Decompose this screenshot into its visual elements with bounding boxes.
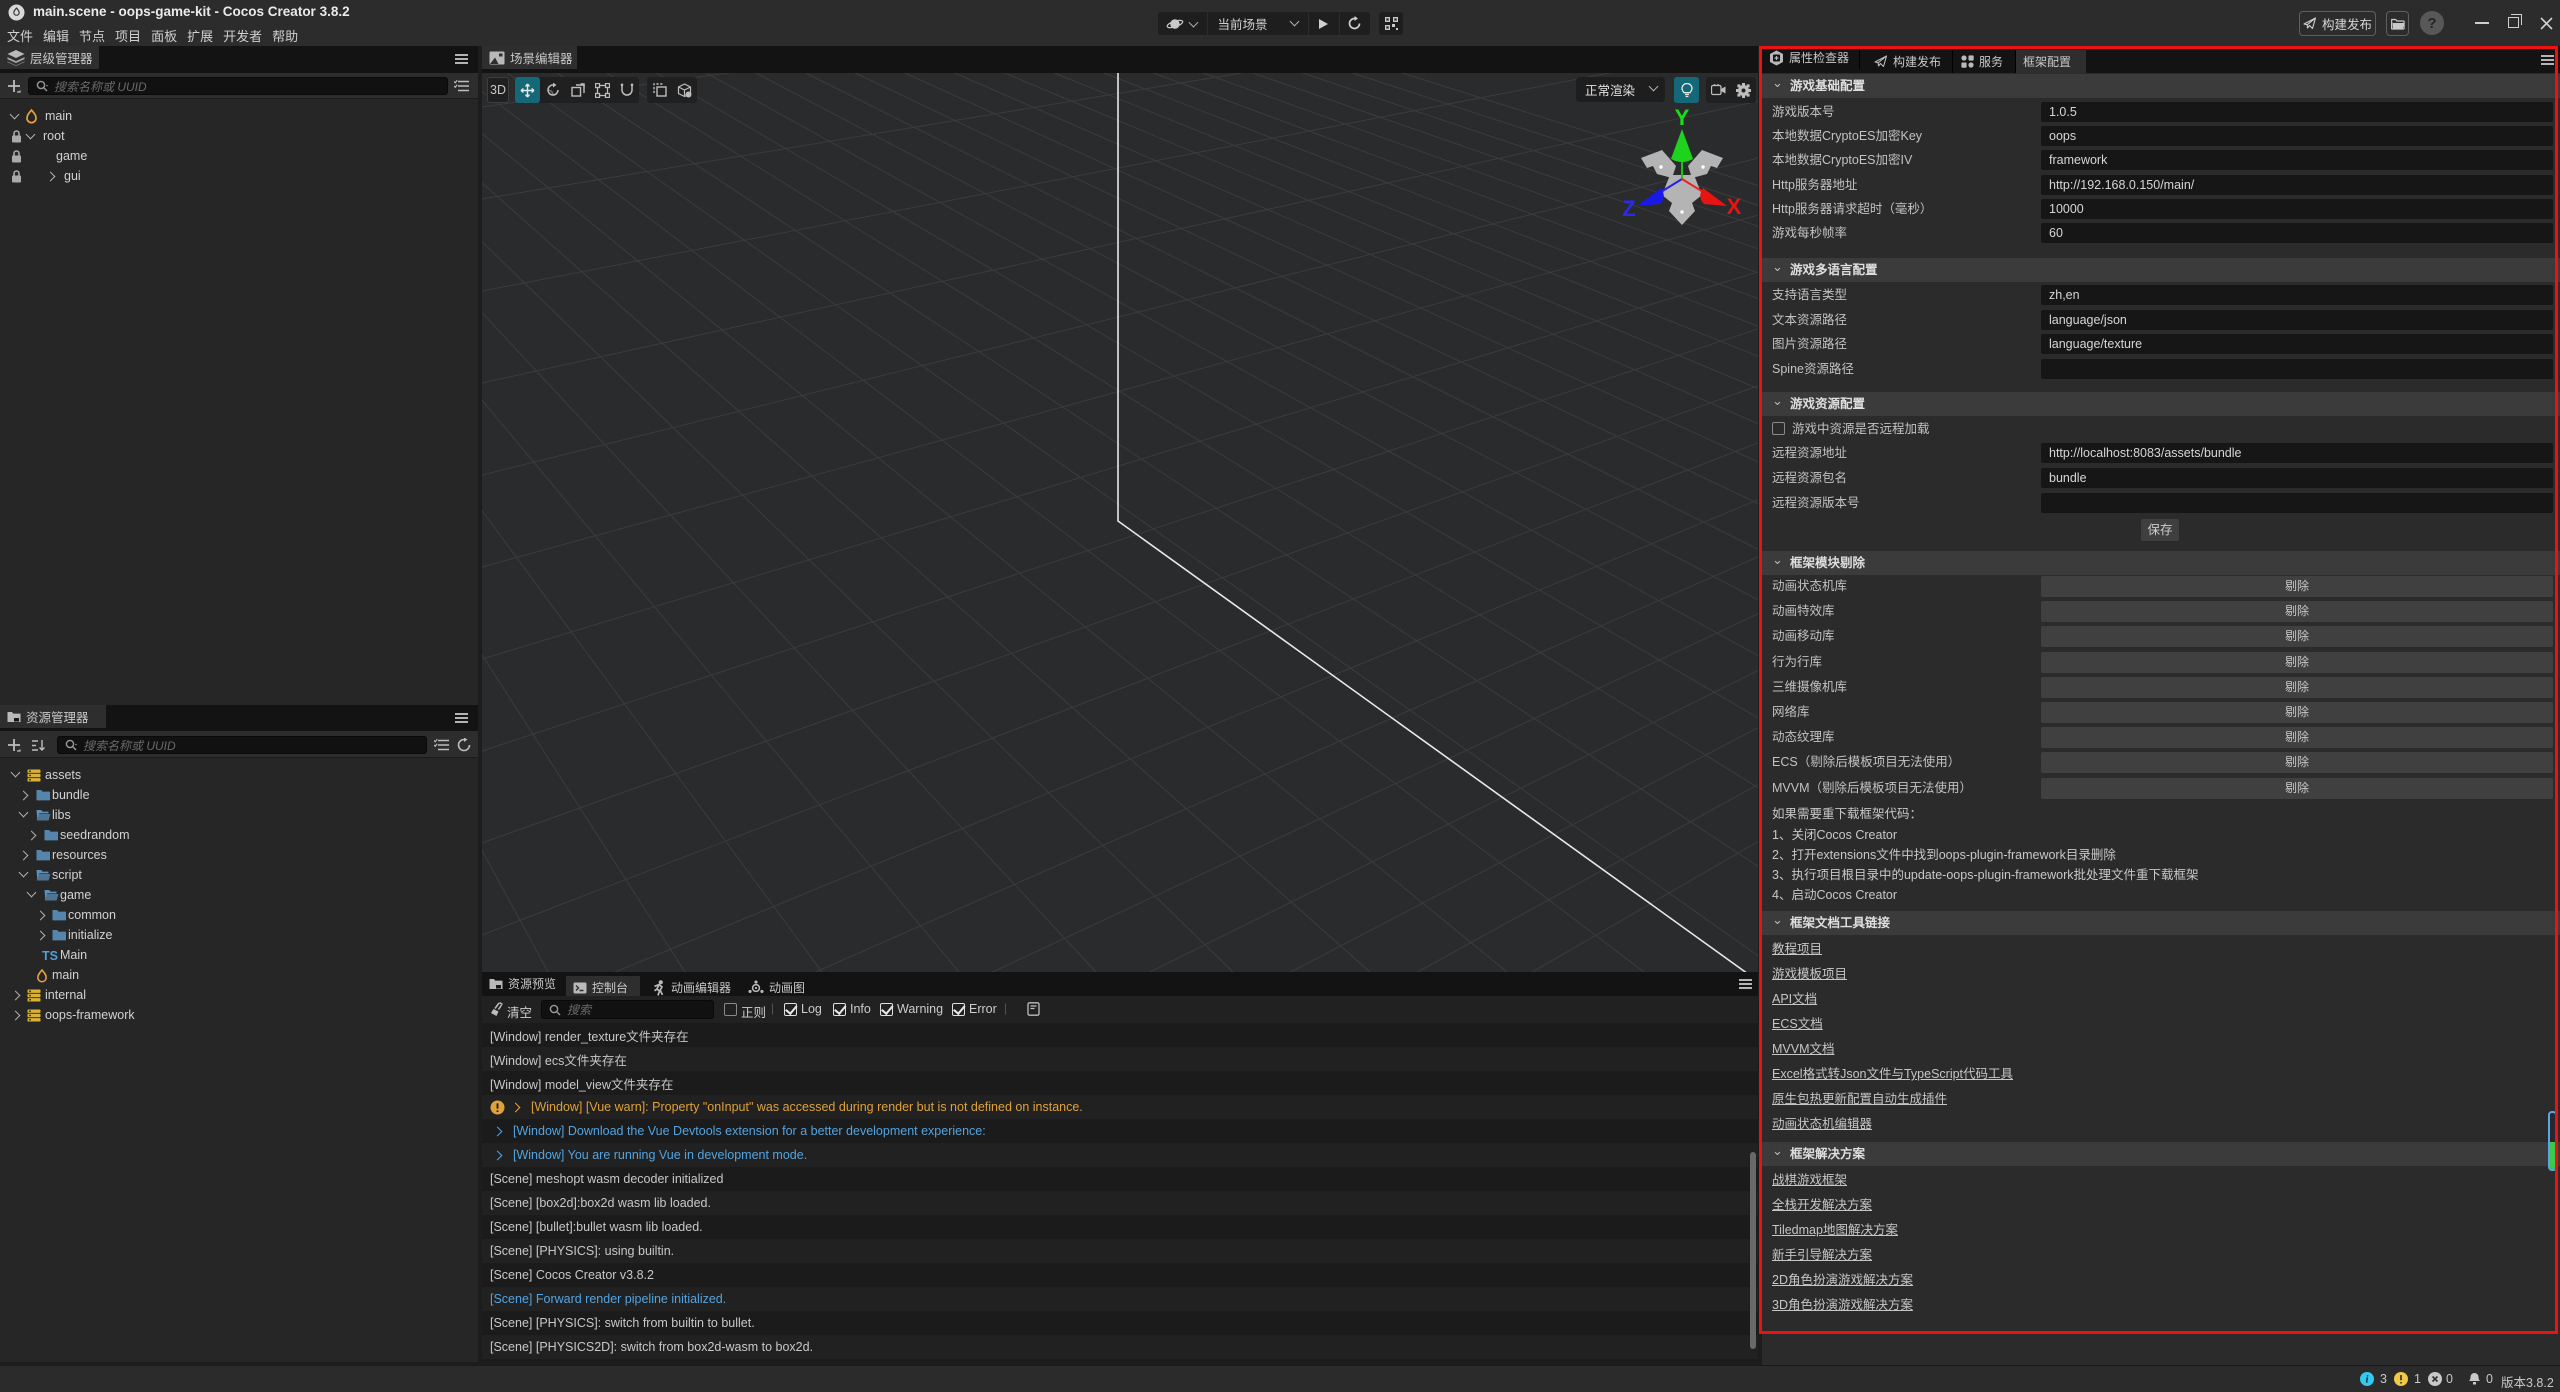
svg-text:i: i — [2366, 1375, 2369, 1386]
svg-text:Y: Y — [1675, 105, 1690, 130]
svg-text:X: X — [1727, 194, 1742, 219]
svg-text:Z: Z — [1622, 196, 1635, 221]
